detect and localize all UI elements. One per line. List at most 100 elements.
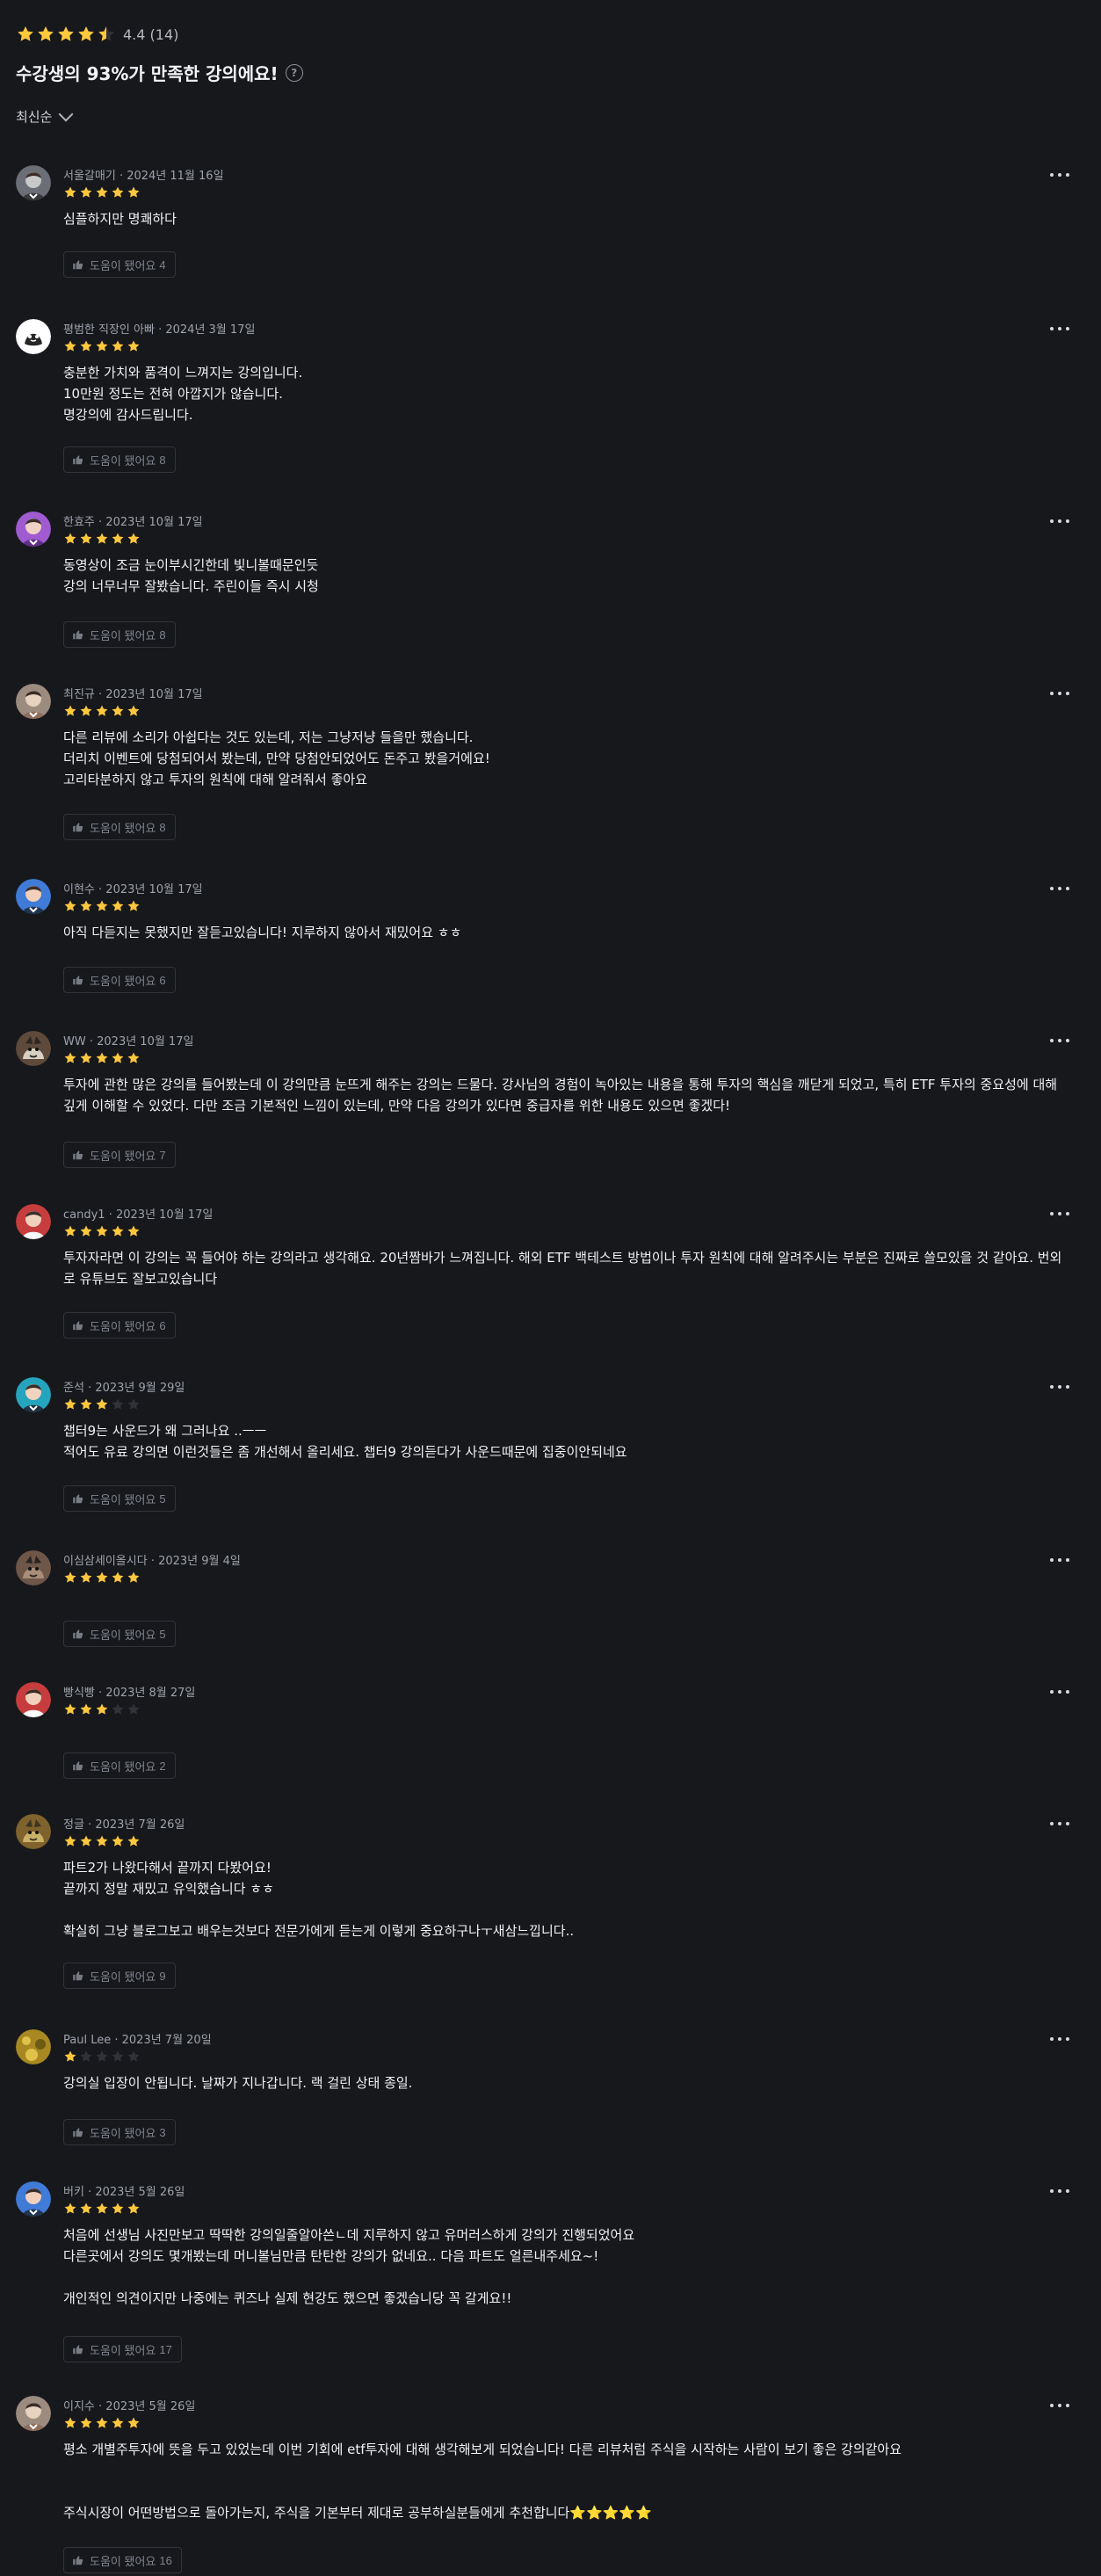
meta-separator: · [85,1035,98,1049]
star-icon [64,2202,76,2214]
review-meta: 이지수 · 2023년 5월 26일 [63,2397,195,2413]
more-horizontal-icon[interactable] [1050,325,1069,332]
helpful-button[interactable]: 도움이 됐어요 2 [63,1752,176,1779]
star-icon [127,2417,140,2428]
star-icon [112,2417,124,2428]
review-meta: WW · 2023년 10월 17일 [63,1032,193,1049]
more-dot [1050,1822,1054,1825]
star-icon [96,1835,108,1847]
star-icon [112,186,124,198]
more-horizontal-icon[interactable] [1050,1820,1069,1827]
star-icon [96,1703,108,1715]
more-dot [1058,1385,1061,1389]
helpful-button[interactable]: 도움이 됐어요 8 [63,621,176,648]
more-horizontal-icon[interactable] [1050,690,1069,697]
more-horizontal-icon[interactable] [1050,1383,1069,1390]
review-body: 투자에 관한 많은 강의를 들어봤는데 이 강의만큼 눈뜨게 해주는 강의는 드… [63,1077,1058,1114]
thumbs-up-icon [73,455,83,465]
helpful-button[interactable]: 도움이 됐어요 6 [63,967,176,993]
helpful-button[interactable]: 도움이 됐어요 6 [63,1312,176,1339]
star-icon [112,2202,124,2214]
helpful-button[interactable]: 도움이 됐어요 4 [63,251,176,278]
review-body: 투자자라면 이 강의는 꼭 들어야 하는 강의라고 생각해요. 20년짬바가 느… [63,1250,1062,1287]
helpful-button[interactable]: 도움이 됐어요 5 [63,1621,176,1647]
star-icon [96,2417,108,2428]
more-dot [1058,519,1061,523]
star-icon [96,900,108,911]
review-author: 빵식빵 [63,1687,95,1700]
star-icon [127,1703,140,1715]
more-horizontal-icon[interactable] [1050,885,1069,892]
more-dot [1050,1212,1054,1215]
star-icon [96,705,108,716]
avatar [16,512,51,547]
sort-dropdown[interactable]: 최신순 [16,106,74,126]
review-date: 2023년 10월 17일 [105,883,203,896]
helpful-count: 6 [159,1318,166,1332]
headline-text: 수강생의 93%가 만족한 강의에요! [16,63,279,84]
more-dot [1050,1039,1054,1042]
helpful-button[interactable]: 도움이 됐어요 17 [63,2336,182,2362]
star-icon [80,2202,92,2214]
more-horizontal-icon[interactable] [1050,1210,1069,1217]
review-meta: 버키 · 2023년 5월 26일 [63,2182,185,2199]
more-dot [1058,1039,1061,1042]
review-stars [63,1571,141,1585]
helpful-button[interactable]: 도움이 됐어요 9 [63,1963,176,1989]
more-horizontal-icon[interactable] [1050,171,1069,178]
more-horizontal-icon[interactable] [1050,2035,1069,2043]
more-horizontal-icon[interactable] [1050,1037,1069,1044]
star-icon [64,2050,76,2062]
helpful-label: 도움이 됐어요 [90,1628,156,1642]
review-author: 최진규 [63,688,95,701]
star-icon [64,533,76,544]
review-body: 파트2가 나왔다해서 끝까지 다봤어요! 끝까지 정말 재밌고 유익했습니다 ㅎ… [63,1860,575,1939]
avatar [16,1031,51,1066]
star-icon [112,1225,124,1237]
more-dot [1050,887,1054,890]
review-meta: 평범한 직장인 아빠 · 2024년 3월 17일 [63,320,255,337]
review-meta: 이심삼세이올시다 · 2023년 9월 4일 [63,1551,241,1568]
more-dot [1058,1690,1061,1694]
avatar [16,165,51,200]
more-horizontal-icon[interactable] [1050,2188,1069,2195]
avatar [16,1204,51,1239]
more-horizontal-icon[interactable] [1050,518,1069,525]
review-date: 2023년 8월 27일 [105,1687,196,1700]
more-dot [1066,327,1069,330]
helpful-button[interactable]: 도움이 됐어요 8 [63,446,176,473]
helpful-button[interactable]: 도움이 됐어요 7 [63,1142,176,1168]
helpful-button[interactable]: 도움이 됐어요 3 [63,2119,176,2145]
more-dot [1066,1558,1069,1562]
sort-label: 최신순 [16,109,53,125]
more-dot [1058,2189,1061,2193]
more-horizontal-icon[interactable] [1050,1688,1069,1695]
star-icon [127,1052,140,1063]
more-dot [1058,2404,1061,2407]
helpful-button[interactable]: 도움이 됐어요 16 [63,2547,182,2573]
meta-separator: · [115,170,127,183]
more-dot [1050,519,1054,523]
review-date: 2023년 10월 17일 [105,516,203,529]
review-body: 충분한 가치와 품격이 느껴지는 강의입니다. 10만원 정도는 전혀 아깝지가… [63,365,303,423]
more-horizontal-icon[interactable] [1050,2402,1069,2409]
thumbs-up-icon [73,1494,83,1504]
helpful-count: 5 [159,1627,166,1641]
star-icon [127,1398,140,1410]
review-body: 강의실 입장이 안됩니다. 날짜가 지나갑니다. 랙 걸린 상태 종일. [63,2075,413,2091]
review-author: 이지수 [63,2400,95,2413]
helpful-button[interactable]: 도움이 됐어요 8 [63,814,176,840]
summary-star-icon [38,26,54,41]
star-icon [112,2050,124,2062]
review-date: 2023년 7월 26일 [95,1818,185,1832]
star-icon [112,1703,124,1715]
more-dot [1058,327,1061,330]
more-dot [1058,2037,1061,2041]
star-icon [127,2202,140,2214]
review-body: 처음에 선생님 사진만보고 딱딱한 강의일줄알아쓴ㄴ데 지루하지 않고 유머러스… [63,2227,635,2306]
help-icon[interactable]: ? [285,63,303,82]
helpful-button[interactable]: 도움이 됐어요 5 [63,1485,176,1512]
more-horizontal-icon[interactable] [1050,1556,1069,1564]
review-meta: 빵식빵 · 2023년 8월 27일 [63,1683,195,1700]
review-meta: 최진규 · 2023년 10월 17일 [63,685,203,701]
